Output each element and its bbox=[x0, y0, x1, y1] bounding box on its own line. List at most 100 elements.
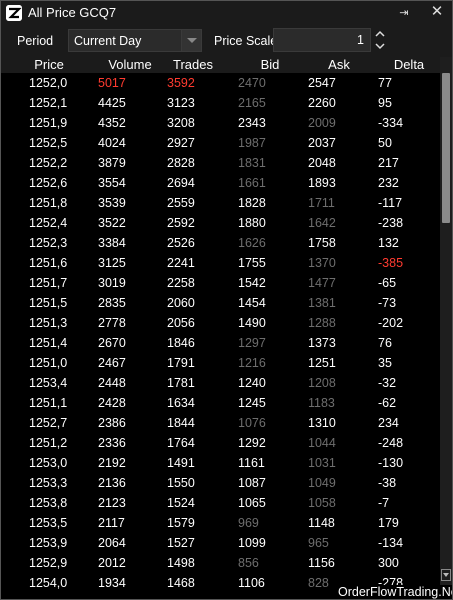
price-grid: Price Volume Trades Bid Ask Delta 1252,0… bbox=[1, 57, 440, 599]
trades-cell: 1634 bbox=[167, 396, 195, 410]
scroll-down-icon[interactable] bbox=[441, 569, 451, 581]
bid-cell: 1099 bbox=[238, 536, 266, 550]
table-row[interactable]: 1251,4 2670 1846 1297 1373 76 bbox=[1, 333, 440, 353]
delta-cell: -385 bbox=[378, 256, 404, 270]
bid-cell: 1240 bbox=[238, 376, 266, 390]
volume-cell: 3384 bbox=[98, 236, 126, 250]
volume-cell: 2064 bbox=[98, 536, 126, 550]
table-row[interactable]: 1252,3 3384 2526 1626 1758 132 bbox=[1, 233, 440, 253]
volume-cell: 2835 bbox=[98, 296, 126, 310]
table-row[interactable]: 1251,3 2778 2056 1490 1288 -202 bbox=[1, 313, 440, 333]
trades-cell: 2056 bbox=[167, 316, 195, 330]
spin-down-icon[interactable] bbox=[372, 40, 388, 52]
title-bar[interactable]: All Price GCQ7 ⇥ ✕ bbox=[1, 1, 452, 25]
bid-cell: 969 bbox=[238, 516, 259, 530]
delta-cell: -38 bbox=[378, 476, 397, 490]
delta-cell: -130 bbox=[378, 456, 404, 470]
table-row[interactable]: 1252,5 4024 2927 1987 2037 50 bbox=[1, 133, 440, 153]
delta-cell: -32 bbox=[378, 376, 397, 390]
table-row[interactable]: 1253,3 2136 1550 1087 1049 -38 bbox=[1, 473, 440, 493]
trades-cell: 2694 bbox=[167, 176, 195, 190]
ask-cell: 1156 bbox=[308, 556, 335, 570]
table-row[interactable]: 1253,4 2448 1781 1240 1208 -32 bbox=[1, 373, 440, 393]
delta-cell: 132 bbox=[378, 236, 399, 250]
bid-cell: 1831 bbox=[238, 156, 266, 170]
bid-cell: 1245 bbox=[238, 396, 266, 410]
ask-cell: 1208 bbox=[308, 376, 336, 390]
table-row[interactable]: 1253,8 2123 1524 1065 1058 -7 bbox=[1, 493, 440, 513]
trades-cell: 1550 bbox=[167, 476, 195, 490]
ask-cell: 1288 bbox=[308, 316, 336, 330]
delta-cell: -202 bbox=[378, 316, 404, 330]
price-cell: 1251,4 bbox=[29, 336, 68, 350]
table-row[interactable]: 1253,0 2192 1491 1161 1031 -130 bbox=[1, 453, 440, 473]
bid-cell: 2470 bbox=[238, 76, 266, 90]
ask-cell: 1758 bbox=[308, 236, 336, 250]
volume-cell: 2386 bbox=[98, 416, 126, 430]
trades-cell: 2592 bbox=[167, 216, 195, 230]
trades-cell: 1844 bbox=[167, 416, 195, 430]
volume-cell: 2192 bbox=[98, 456, 126, 470]
table-row[interactable]: 1252,0 5017 3592 2470 2547 77 bbox=[1, 73, 440, 93]
table-row[interactable]: 1251,1 2428 1634 1245 1183 -62 bbox=[1, 393, 440, 413]
price-cell: 1251,8 bbox=[29, 196, 68, 210]
table-row[interactable]: 1252,6 3554 2694 1661 1893 232 bbox=[1, 173, 440, 193]
vertical-scrollbar[interactable] bbox=[440, 57, 452, 599]
pin-icon[interactable]: ⇥ bbox=[396, 6, 412, 20]
price-cell: 1251,9 bbox=[29, 116, 68, 130]
ask-cell: 828 bbox=[308, 576, 329, 590]
ask-cell: 2547 bbox=[308, 76, 336, 90]
table-row[interactable]: 1253,9 2064 1527 1099 965 -134 bbox=[1, 533, 440, 553]
table-row[interactable]: 1251,9 4352 3208 2343 2009 -334 bbox=[1, 113, 440, 133]
price-cell: 1252,0 bbox=[29, 76, 68, 90]
ask-cell: 1148 bbox=[308, 516, 335, 530]
price-cell: 1252,7 bbox=[29, 416, 68, 430]
trades-cell: 1468 bbox=[167, 576, 195, 590]
table-row[interactable]: 1252,9 2012 1498 856 1156 300 bbox=[1, 553, 440, 573]
ask-cell: 1893 bbox=[308, 176, 336, 190]
price-cell: 1252,6 bbox=[29, 176, 68, 190]
table-row[interactable]: 1251,0 2467 1791 1216 1251 35 bbox=[1, 353, 440, 373]
bid-cell: 856 bbox=[238, 556, 259, 570]
price-cell: 1253,9 bbox=[29, 536, 68, 550]
ask-cell: 2260 bbox=[308, 96, 336, 110]
delta-cell: 76 bbox=[378, 336, 392, 350]
table-row[interactable]: 1253,5 2117 1579 969 1148 179 bbox=[1, 513, 440, 533]
price-cell: 1252,3 bbox=[29, 236, 68, 250]
table-row[interactable]: 1251,5 2835 2060 1454 1381 -73 bbox=[1, 293, 440, 313]
price-cell: 1253,3 bbox=[29, 476, 68, 490]
close-icon[interactable]: ✕ bbox=[430, 4, 444, 20]
price-scale-input[interactable] bbox=[273, 28, 371, 52]
column-header-delta[interactable]: Delta bbox=[377, 57, 440, 73]
window-title: All Price GCQ7 bbox=[28, 5, 117, 20]
scrollbar-thumb[interactable] bbox=[442, 73, 450, 223]
trades-cell: 1524 bbox=[167, 496, 195, 510]
table-row[interactable]: 1252,7 2386 1844 1076 1310 234 bbox=[1, 413, 440, 433]
column-header-trades[interactable]: Trades bbox=[163, 57, 223, 73]
all-price-window: All Price GCQ7 ⇥ ✕ Period Current Day Pr… bbox=[0, 0, 453, 600]
price-cell: 1251,1 bbox=[29, 396, 68, 410]
table-row[interactable]: 1252,1 4425 3123 2165 2260 95 bbox=[1, 93, 440, 113]
table-row[interactable]: 1251,6 3125 2241 1755 1370 -385 bbox=[1, 253, 440, 273]
ask-cell: 2009 bbox=[308, 116, 336, 130]
delta-cell: 217 bbox=[378, 156, 399, 170]
table-row[interactable]: 1251,2 2336 1764 1292 1044 -248 bbox=[1, 433, 440, 453]
column-header-bid[interactable]: Bid bbox=[240, 57, 300, 73]
price-cell: 1252,4 bbox=[29, 216, 68, 230]
table-row[interactable]: 1251,8 3539 2559 1828 1711 -117 bbox=[1, 193, 440, 213]
chevron-down-icon[interactable] bbox=[181, 30, 201, 51]
ask-cell: 1642 bbox=[308, 216, 336, 230]
table-row[interactable]: 1252,4 3522 2592 1880 1642 -238 bbox=[1, 213, 440, 233]
table-row[interactable]: 1251,7 3019 2258 1542 1477 -65 bbox=[1, 273, 440, 293]
ask-cell: 1049 bbox=[308, 476, 336, 490]
table-row[interactable]: 1252,2 3879 2828 1831 2048 217 bbox=[1, 153, 440, 173]
spin-up-icon[interactable] bbox=[372, 28, 388, 40]
period-dropdown[interactable]: Current Day bbox=[68, 29, 202, 52]
price-cell: 1251,2 bbox=[29, 436, 68, 450]
column-header-price[interactable]: Price bbox=[19, 57, 79, 73]
delta-cell: 300 bbox=[378, 556, 399, 570]
column-header-volume[interactable]: Volume bbox=[98, 57, 162, 73]
watermark-text: OrderFlowTrading.Net bbox=[336, 585, 452, 599]
toolbar: Period Current Day Price Scale bbox=[1, 25, 452, 57]
column-header-ask[interactable]: Ask bbox=[309, 57, 369, 73]
